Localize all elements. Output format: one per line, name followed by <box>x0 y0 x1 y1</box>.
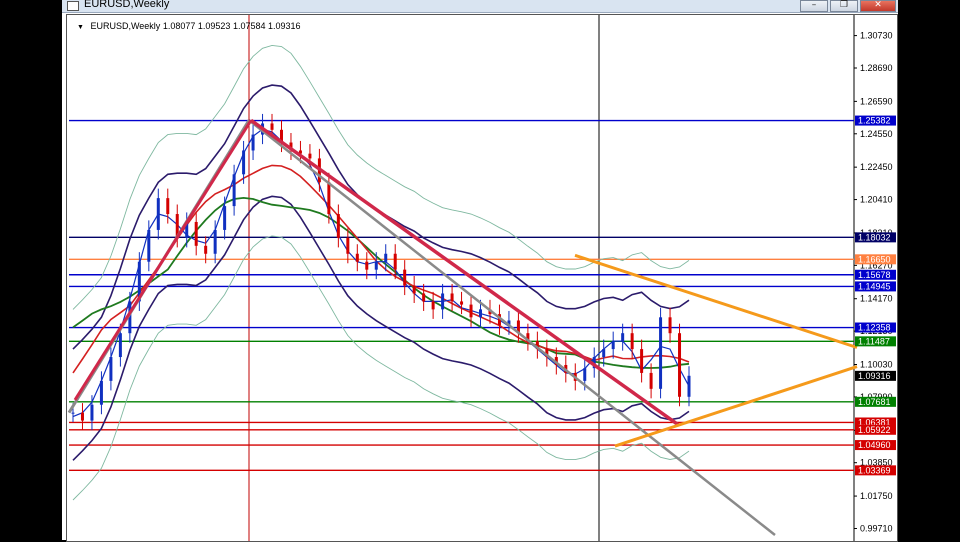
candle-body <box>147 229 151 262</box>
price-chart-svg: 1.30730 1.28690 1.26590 1.24550 1.22450 1.204… <box>67 15 896 541</box>
y-axis-tick-label: 1.28690 <box>860 63 893 73</box>
candle-body <box>384 253 388 262</box>
candle-body <box>479 309 483 318</box>
window-titlebar[interactable]: EURUSD,Weekly – ❐ ✕ <box>62 0 898 13</box>
candle-body <box>242 150 246 175</box>
candle-body <box>194 221 198 246</box>
level-price-tag-label: 1.25382 <box>858 116 891 126</box>
level-price-tag-label: 1.05922 <box>858 425 891 435</box>
candle-body <box>99 380 103 405</box>
candle-body <box>327 182 331 215</box>
ohlc-header: ▼ EURUSD,Weekly 1.08077 1.09523 1.07584 … <box>77 21 301 31</box>
candle-body <box>270 123 274 130</box>
chart-window: EURUSD,Weekly – ❐ ✕ 1.30730 1.28690 1.2659… <box>62 0 898 542</box>
y-axis-tick-label: 1.20410 <box>860 195 893 205</box>
level-price-tag-label: 1.18032 <box>858 232 891 242</box>
y-axis-tick-label: 1.14170 <box>860 294 893 304</box>
candle-body <box>630 333 634 350</box>
uptrend-red-line <box>73 119 253 401</box>
chart-canvas[interactable]: 1.30730 1.28690 1.26590 1.24550 1.22450 1.204… <box>66 14 898 542</box>
inner-band-lower <box>72 195 690 461</box>
downtrend-red-line <box>249 118 681 427</box>
candle-body <box>649 372 653 389</box>
y-axis-tick-label: 0.99710 <box>860 523 893 533</box>
level-price-tag-label: 1.12358 <box>858 323 891 333</box>
y-axis-tick-label: 1.30730 <box>860 31 893 41</box>
candle-body <box>156 198 160 230</box>
candle-body <box>460 301 464 305</box>
candle-body <box>109 357 113 381</box>
candle-body <box>365 261 369 270</box>
chart-window-icon <box>67 1 79 11</box>
candle-body <box>336 214 340 238</box>
minimize-button[interactable]: – <box>800 0 828 12</box>
candle-body <box>308 153 312 159</box>
candle-body <box>251 134 255 151</box>
candle-body <box>204 245 208 254</box>
candle-body <box>412 285 416 294</box>
candle-body <box>621 333 625 342</box>
candle-body <box>611 341 615 350</box>
candle-body <box>431 301 435 310</box>
candle-body <box>346 237 350 254</box>
low-value: 1.07584 <box>232 21 266 31</box>
candle-body <box>71 412 75 414</box>
dropdown-triangle-icon[interactable]: ▼ <box>77 24 84 31</box>
level-price-tag-label: 1.14945 <box>858 281 891 291</box>
candle-body <box>393 253 397 270</box>
candle-body <box>374 261 378 270</box>
candle-body <box>118 333 122 358</box>
current-price-tag-label: 1.09316 <box>858 371 891 381</box>
window-title: EURUSD,Weekly <box>84 0 170 10</box>
candle-body <box>659 317 663 389</box>
candle-body <box>403 269 407 286</box>
triangle-upper-line <box>574 253 858 349</box>
inner-band-upper <box>72 84 690 350</box>
candle-body <box>441 293 445 310</box>
level-price-tag-label: 1.07681 <box>858 397 891 407</box>
candle-body <box>450 293 454 302</box>
y-axis-tick-label: 1.24550 <box>860 129 893 139</box>
candle-body <box>232 174 236 207</box>
close-value: 1.09316 <box>268 21 301 31</box>
candle-body <box>668 317 672 334</box>
level-price-tag-label: 1.15678 <box>858 270 891 280</box>
y-axis-tick-label: 1.01750 <box>860 491 893 501</box>
y-axis-tick-label: 1.26590 <box>860 96 893 106</box>
level-price-tag-label: 1.03369 <box>858 465 891 475</box>
candle-body <box>687 375 691 397</box>
candle-body <box>678 333 682 397</box>
candle-body <box>213 229 217 254</box>
high-value: 1.09523 <box>197 21 231 31</box>
candle-body <box>583 368 587 381</box>
open-value: 1.08077 <box>162 21 196 31</box>
y-axis-tick-label: 1.22450 <box>860 162 893 172</box>
outer-band-upper <box>72 44 690 310</box>
symbol-label: EURUSD,Weekly <box>90 21 161 31</box>
y-axis-tick-label: 1.10030 <box>860 360 893 370</box>
level-price-tag-label: 1.04960 <box>858 440 891 450</box>
candle-body <box>422 293 426 302</box>
close-button[interactable]: ✕ <box>860 0 896 12</box>
level-price-tag-label: 1.16650 <box>858 254 891 264</box>
candle-body <box>469 304 473 318</box>
candle-body <box>355 253 359 262</box>
level-price-tag-label: 1.11487 <box>858 336 890 346</box>
candle-body <box>80 412 84 421</box>
maximize-button[interactable]: ❐ <box>830 0 858 12</box>
candle-body <box>223 206 227 230</box>
candle-body <box>640 349 644 373</box>
candle-body <box>166 198 170 215</box>
candle-body <box>602 349 606 358</box>
candle-body <box>90 404 94 421</box>
